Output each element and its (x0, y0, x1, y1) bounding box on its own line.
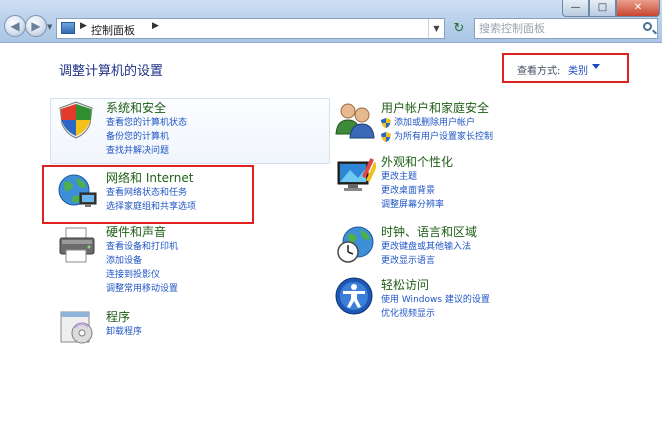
link-adjust-resolution[interactable]: 调整屏幕分辨率 (381, 198, 453, 212)
link-view-network-status[interactable]: 查看网络状态和任务 (106, 186, 196, 200)
search-box (474, 18, 658, 39)
forward-button[interactable]: ▶ (25, 15, 47, 37)
link-label: 添加或删除用户帐户 (394, 118, 476, 128)
accessibility-icon[interactable] (334, 276, 374, 316)
address-dropdown-icon[interactable]: ▼ (428, 19, 444, 38)
page-title: 调整计算机的设置 (59, 64, 164, 79)
uac-shield-icon (381, 118, 391, 128)
address-bar[interactable]: ▶ 控制面板 ▶ ▼ (56, 18, 445, 39)
link-add-remove-accounts[interactable]: 添加或删除用户帐户 (381, 116, 493, 130)
control-panel-icon (61, 22, 75, 34)
link-change-display-language[interactable]: 更改显示语言 (381, 254, 477, 268)
link-change-keyboard[interactable]: 更改键盘或其他输入法 (381, 240, 477, 254)
category-title-user-accounts[interactable]: 用户帐户和家庭安全 (381, 101, 493, 116)
breadcrumb-control-panel[interactable]: 控制面板 (91, 22, 135, 38)
link-view-computer-status[interactable]: 查看您的计算机状态 (106, 116, 187, 130)
category-title-appearance[interactable]: 外观和个性化 (381, 155, 453, 170)
category-title-ease-of-access[interactable]: 轻松访问 (381, 278, 490, 293)
category-clock-region: 时钟、语言和区域 更改键盘或其他输入法 更改显示语言 (381, 225, 477, 268)
link-add-device[interactable]: 添加设备 (106, 254, 178, 268)
link-optimize-display[interactable]: 优化视频显示 (381, 307, 490, 321)
chevron-down-icon[interactable] (592, 64, 600, 69)
category-programs: 程序 卸载程序 (106, 310, 142, 339)
link-devices-printers[interactable]: 查看设备和打印机 (106, 240, 178, 254)
users-icon[interactable] (334, 100, 376, 140)
link-recommended-settings[interactable]: 使用 Windows 建议的设置 (381, 293, 490, 307)
uac-shield-icon (381, 132, 391, 142)
view-by-dropdown[interactable]: 类别 (568, 62, 588, 77)
category-title-network-internet[interactable]: 网络和 Internet (106, 171, 196, 186)
category-user-accounts: 用户帐户和家庭安全 添加或删除用户帐户 为所有用户设置家长控制 (381, 101, 493, 144)
back-button[interactable]: ◀ (4, 15, 26, 37)
link-parental-controls[interactable]: 为所有用户设置家长控制 (381, 130, 493, 144)
close-button[interactable]: ✕ (616, 0, 660, 17)
category-appearance: 外观和个性化 更改主题 更改桌面背景 调整屏幕分辨率 (381, 155, 453, 212)
breadcrumb-separator-icon[interactable]: ▶ (152, 21, 159, 31)
category-ease-of-access: 轻松访问 使用 Windows 建议的设置 优化视频显示 (381, 278, 490, 321)
clock-globe-icon[interactable] (336, 224, 376, 264)
link-label: 为所有用户设置家长控制 (394, 132, 494, 142)
link-homegroup-sharing[interactable]: 选择家庭组和共享选项 (106, 200, 196, 214)
minimize-button[interactable]: — (562, 0, 589, 17)
link-find-fix-problems[interactable]: 查找并解决问题 (106, 144, 187, 158)
category-title-system-security[interactable]: 系统和安全 (106, 101, 187, 116)
refresh-icon: ↻ (453, 21, 465, 36)
category-network-internet: 网络和 Internet 查看网络状态和任务 选择家庭组和共享选项 (106, 171, 196, 214)
network-globe-icon[interactable] (56, 170, 98, 210)
programs-icon[interactable] (58, 308, 96, 346)
category-title-hardware-sound[interactable]: 硬件和声音 (106, 225, 178, 240)
refresh-button[interactable]: ↻ (450, 19, 468, 39)
back-arrow-icon: ◀ (10, 19, 20, 33)
recent-pages-dropdown-icon[interactable]: ▼ (47, 23, 52, 31)
forward-arrow-icon: ▶ (31, 19, 41, 33)
link-uninstall-program[interactable]: 卸载程序 (106, 325, 142, 339)
category-title-clock-region[interactable]: 时钟、语言和区域 (381, 225, 477, 240)
link-change-background[interactable]: 更改桌面背景 (381, 184, 453, 198)
link-mobility-settings[interactable]: 调整常用移动设置 (106, 282, 178, 296)
search-icon[interactable] (643, 22, 652, 31)
view-by-label: 查看方式: (517, 66, 561, 77)
category-system-security: 系统和安全 查看您的计算机状态 备份您的计算机 查找并解决问题 (106, 101, 187, 158)
view-by-highlight: 查看方式: 类别 (502, 53, 629, 83)
breadcrumb-separator-icon[interactable]: ▶ (80, 21, 87, 31)
link-change-theme[interactable]: 更改主题 (381, 170, 453, 184)
link-connect-projector[interactable]: 连接到投影仪 (106, 268, 178, 282)
category-title-programs[interactable]: 程序 (106, 310, 142, 325)
navigation-bar: ◀ ▶ ▼ ▶ 控制面板 ▶ ▼ ↻ — □ ✕ (0, 0, 662, 43)
link-backup-computer[interactable]: 备份您的计算机 (106, 130, 187, 144)
printer-icon[interactable] (56, 226, 98, 264)
display-icon[interactable] (334, 156, 376, 196)
shield-icon[interactable] (56, 100, 96, 140)
search-input[interactable] (479, 21, 629, 36)
category-hardware-sound: 硬件和声音 查看设备和打印机 添加设备 连接到投影仪 调整常用移动设置 (106, 225, 178, 296)
maximize-button[interactable]: □ (589, 0, 616, 17)
